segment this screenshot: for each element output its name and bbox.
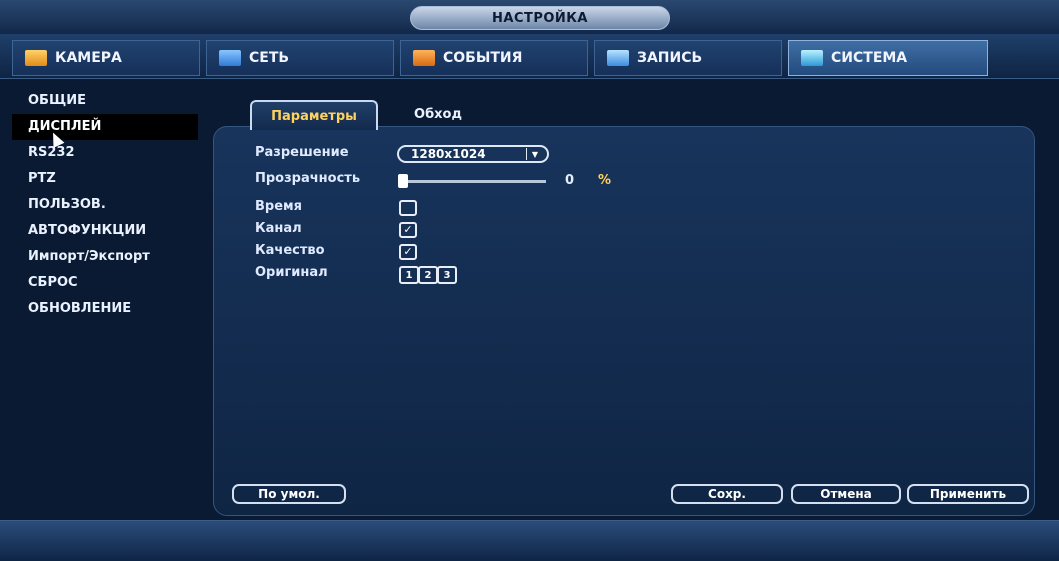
tab-camera[interactable]: КАМЕРА — [12, 40, 200, 76]
transparency-label: Прозрачность — [255, 171, 361, 186]
system-icon — [801, 50, 823, 66]
transparency-slider-handle[interactable] — [398, 174, 408, 188]
tab-record[interactable]: ЗАПИСЬ — [594, 40, 782, 76]
original-option-3[interactable]: 3 — [437, 266, 457, 284]
quality-label: Качество — [255, 243, 325, 258]
apply-button[interactable]: Применить — [907, 484, 1029, 504]
sidebar-item-auto-functions[interactable]: АВТОФУНКЦИИ — [12, 218, 198, 244]
tab-tour[interactable]: Обход — [398, 100, 478, 128]
save-button[interactable]: Сохр. — [671, 484, 783, 504]
time-label: Время — [255, 199, 303, 214]
tab-network[interactable]: СЕТЬ — [206, 40, 394, 76]
channel-label: Канал — [255, 221, 302, 236]
tab-system-label: СИСТЕМА — [831, 50, 908, 66]
window-title: НАСТРОЙКА — [410, 6, 670, 30]
title-bar: НАСТРОЙКА — [0, 0, 1059, 34]
default-button[interactable]: По умол. — [232, 484, 346, 504]
cancel-button[interactable]: Отмена — [791, 484, 901, 504]
tab-system[interactable]: СИСТЕМА — [788, 40, 988, 76]
time-checkbox[interactable] — [399, 200, 417, 216]
transparency-unit: % — [598, 173, 612, 188]
original-option-2[interactable]: 2 — [418, 266, 438, 284]
sidebar-item-reset[interactable]: СБРОС — [12, 270, 198, 296]
tab-events-label: СОБЫТИЯ — [443, 50, 523, 66]
sidebar: ОБЩИЕ ДИСПЛЕЙ RS232 PTZ ПОЛЬЗОВ. АВТОФУН… — [12, 88, 198, 508]
transparency-slider-track[interactable] — [402, 180, 546, 183]
chevron-down-icon: ▼ — [526, 148, 543, 160]
camera-icon — [25, 50, 47, 66]
record-icon — [607, 50, 629, 66]
tab-parameters[interactable]: Параметры — [250, 100, 378, 130]
network-icon — [219, 50, 241, 66]
original-option-1[interactable]: 1 — [399, 266, 419, 284]
resolution-label: Разрешение — [255, 145, 349, 160]
resolution-select[interactable]: 1280x1024 ▼ — [397, 145, 549, 163]
sidebar-item-users[interactable]: ПОЛЬЗОВ. — [12, 192, 198, 218]
sidebar-item-rs232[interactable]: RS232 — [12, 140, 198, 166]
sidebar-item-import-export[interactable]: Импорт/Экспорт — [12, 244, 198, 270]
original-label: Оригинал — [255, 265, 328, 280]
tab-network-label: СЕТЬ — [249, 50, 290, 66]
sidebar-item-ptz[interactable]: PTZ — [12, 166, 198, 192]
sidebar-item-update[interactable]: ОБНОВЛЕНИЕ — [12, 296, 198, 322]
tab-camera-label: КАМЕРА — [55, 50, 122, 66]
channel-checkbox[interactable]: ✓ — [399, 222, 417, 238]
sidebar-item-display[interactable]: ДИСПЛЕЙ — [12, 114, 198, 140]
tab-events[interactable]: СОБЫТИЯ — [400, 40, 588, 76]
tab-record-label: ЗАПИСЬ — [637, 50, 703, 66]
events-icon — [413, 50, 435, 66]
transparency-value: 0 — [565, 173, 575, 188]
sidebar-item-general[interactable]: ОБЩИЕ — [12, 88, 198, 114]
bottom-bar — [0, 520, 1059, 561]
resolution-value: 1280x1024 — [411, 147, 486, 161]
quality-checkbox[interactable]: ✓ — [399, 244, 417, 260]
